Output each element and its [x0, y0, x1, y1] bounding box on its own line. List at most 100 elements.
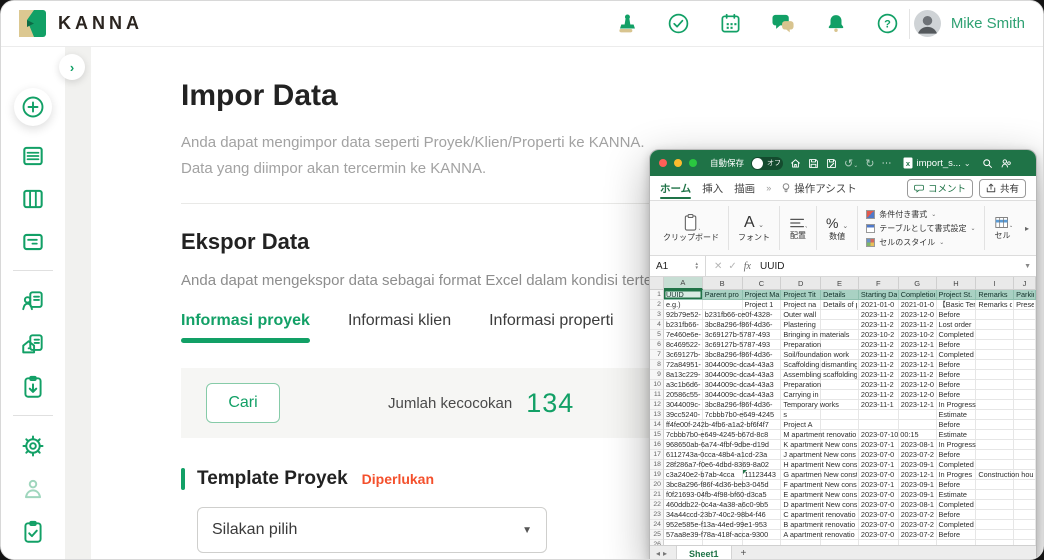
cell[interactable]: 2023-08-1: [898, 440, 937, 450]
column-header-I[interactable]: I: [976, 277, 1015, 290]
sidebar-item-project-list[interactable]: [14, 143, 52, 169]
cell[interactable]: 【Basic Ter: [936, 300, 977, 310]
search-icon[interactable]: [982, 158, 993, 169]
cell[interactable]: Scaffolding dismantling: [781, 360, 857, 370]
cell[interactable]: s: [781, 410, 822, 420]
row-number[interactable]: 18: [650, 460, 664, 470]
cell[interactable]: 2023-11-2: [858, 380, 899, 390]
cell[interactable]: 7e460e6e-: [663, 330, 703, 340]
row-number[interactable]: 23: [650, 510, 664, 520]
user-menu[interactable]: Mike Smith: [913, 10, 1025, 37]
cell[interactable]: 72a84951-: [663, 360, 703, 370]
cell[interactable]: Estimate: [936, 410, 977, 420]
cell[interactable]: Before: [936, 380, 977, 390]
cell[interactable]: 2023-07-2: [898, 510, 937, 520]
cell[interactable]: 3c69127b-: [663, 350, 703, 360]
cell[interactable]: C apartment renovatio: [781, 510, 856, 520]
cell[interactable]: 3bc8a296-f86f-4d36-: [702, 400, 772, 410]
cell[interactable]: In Progress: [936, 440, 977, 450]
sheet-tab-sheet1[interactable]: Sheet1: [676, 546, 732, 559]
calendar-icon[interactable]: [719, 12, 742, 35]
cell[interactable]: 2023-11-2: [898, 320, 937, 330]
cell[interactable]: [743, 540, 782, 545]
cell[interactable]: 2023-07-0: [858, 500, 899, 510]
save-icon[interactable]: [808, 158, 819, 169]
column-header-E[interactable]: E: [821, 277, 859, 290]
sidebar-item-notes[interactable]: [14, 229, 52, 255]
row-number[interactable]: 16: [650, 440, 664, 450]
cell[interactable]: 3bc8a296-f86f-4d36-beb3-045d: [663, 480, 769, 490]
row-number[interactable]: 21: [650, 490, 664, 500]
cell[interactable]: F apartment New cons: [781, 480, 857, 490]
approval-check-icon[interactable]: [667, 12, 690, 35]
tab-informasi-properti[interactable]: Informasi properti: [489, 312, 614, 343]
cell[interactable]: Remarks o: [976, 300, 1015, 310]
name-box-spinner[interactable]: ▲ ▼: [695, 261, 699, 271]
sidebar-item-import[interactable]: [14, 374, 52, 400]
cell[interactable]: [664, 540, 703, 545]
cell[interactable]: 2023-10-2: [898, 330, 937, 340]
row-number[interactable]: 22: [650, 500, 664, 510]
share-user-icon[interactable]: [1000, 158, 1012, 169]
cell[interactable]: 57aa8e39-f78a-418f-acca-9300: [663, 530, 768, 540]
cell[interactable]: 2021-01-0: [858, 300, 899, 310]
row-number[interactable]: 3: [650, 310, 664, 320]
cell[interactable]: 3044009c-: [663, 400, 703, 410]
cell[interactable]: Completed: [936, 500, 977, 510]
cell[interactable]: Present,: [1014, 300, 1036, 310]
cell[interactable]: 3bc8a296-f86f-4d36-: [702, 320, 772, 330]
cell[interactable]: 2023-12-0: [898, 390, 937, 400]
row-number[interactable]: 20: [650, 480, 664, 490]
cell[interactable]: Project A: [781, 420, 822, 430]
more-tabs-icon[interactable]: »: [766, 183, 771, 193]
cell[interactable]: a3c1b6d6-: [663, 380, 703, 390]
cell[interactable]: 6112743a-0cca-48b4-a1cd-23a: [663, 450, 767, 460]
cell[interactable]: Assembling scaffolding: [781, 370, 857, 380]
cell[interactable]: Carrying in: [781, 390, 822, 400]
minimize-window-button[interactable]: [674, 159, 682, 167]
row-number[interactable]: 12: [650, 400, 664, 410]
cell[interactable]: 2023-11-2: [858, 310, 899, 320]
cell[interactable]: Completed: [936, 520, 977, 530]
cell[interactable]: Project na: [781, 300, 822, 310]
cell[interactable]: [821, 540, 859, 545]
row-number[interactable]: 8: [650, 360, 664, 370]
cell[interactable]: 2023-12-0: [898, 310, 937, 320]
cell[interactable]: 2023-07-0: [858, 490, 899, 500]
cell[interactable]: 2023-11-2: [858, 350, 899, 360]
cell[interactable]: Completed: [936, 460, 977, 470]
row-number[interactable]: 10: [650, 380, 664, 390]
close-window-button[interactable]: [659, 159, 667, 167]
cell[interactable]: 2023-12-1: [898, 350, 937, 360]
search-button[interactable]: Cari: [206, 383, 280, 423]
sidebar-add-button[interactable]: [14, 88, 52, 126]
row-number[interactable]: 25: [650, 530, 664, 540]
row-number[interactable]: 24: [650, 520, 664, 530]
home-icon[interactable]: [790, 158, 801, 169]
cell[interactable]: 2023-12-1: [898, 340, 937, 350]
ribbon-style-item[interactable]: セルのスタイル ⌄: [866, 237, 975, 248]
ribbon-group-alignment[interactable]: ⌄ 配置: [780, 201, 816, 255]
cell[interactable]: Parent pro: [702, 290, 743, 300]
cell[interactable]: In Progres: [936, 470, 977, 480]
row-number[interactable]: 9: [650, 370, 664, 380]
cell[interactable]: 2023-07-2: [898, 530, 937, 540]
formula-value[interactable]: UUID: [760, 261, 784, 272]
ribbon-group-number[interactable]: % ⌄ 数値: [817, 201, 857, 255]
cell[interactable]: 39cc5240-: [663, 410, 703, 420]
cell[interactable]: 2023-11-2: [858, 340, 899, 350]
cell[interactable]: 2023-07-1: [858, 440, 899, 450]
cell[interactable]: 460ddb22-0c4a-4a38-a6c0-9b5: [663, 500, 768, 510]
cell[interactable]: 2023-11-2: [858, 320, 899, 330]
cell[interactable]: 2023-07-0: [858, 520, 899, 530]
cell[interactable]: 2023-07-1: [858, 480, 899, 490]
cell[interactable]: 34a44ccd-23b7-40c2-98b4-f46: [663, 510, 766, 520]
cell[interactable]: Completed: [936, 330, 977, 340]
cell[interactable]: Preparation: [781, 340, 822, 350]
cell[interactable]: 2023-09-1: [898, 490, 937, 500]
cell[interactable]: D apartment New cons: [781, 500, 857, 510]
cell[interactable]: 2023-11-1: [858, 400, 899, 410]
cell[interactable]: Plastering: [781, 320, 822, 330]
cell[interactable]: b231fb66-: [663, 320, 703, 330]
sidebar-item-tasks[interactable]: [14, 519, 52, 545]
